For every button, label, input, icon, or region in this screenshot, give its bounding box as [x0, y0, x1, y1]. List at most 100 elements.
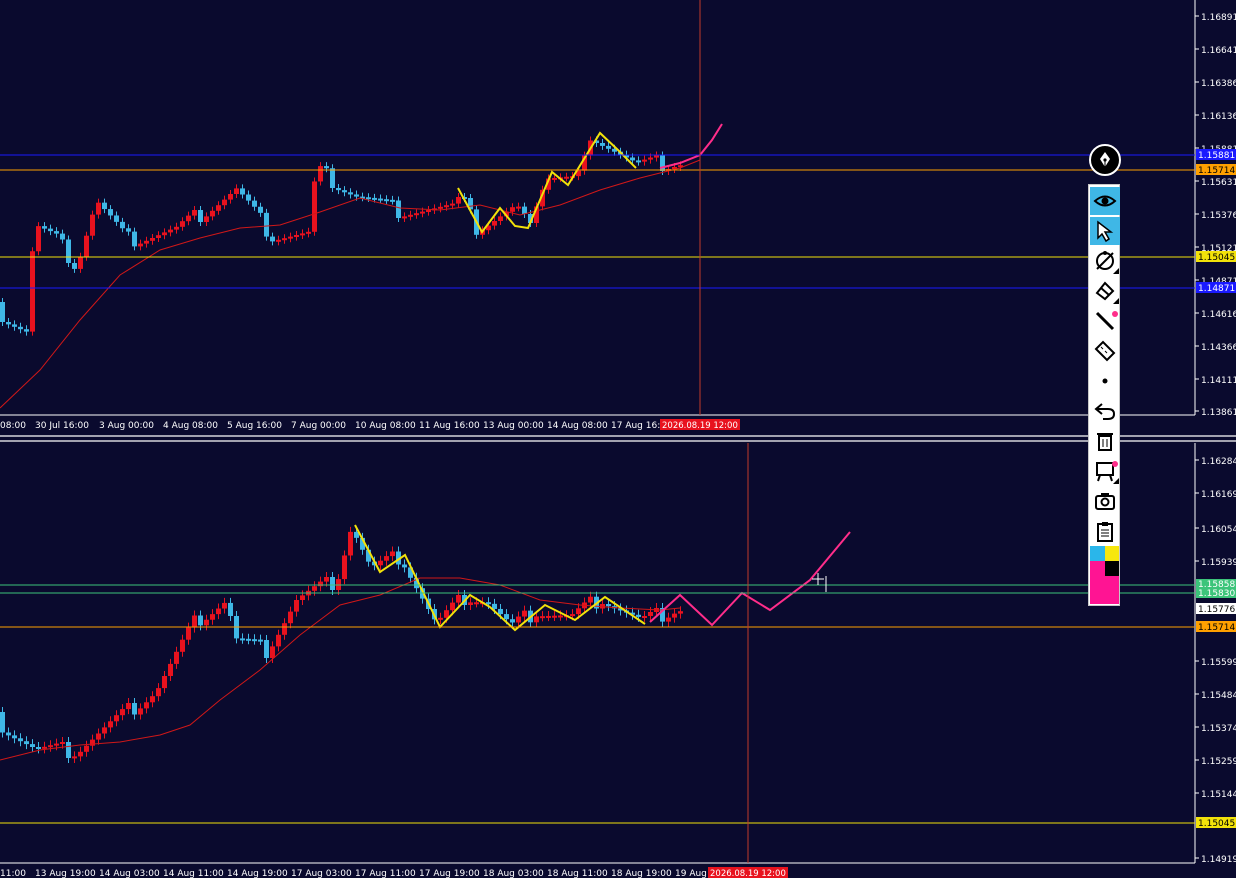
chart-area[interactable]: 1.16891 1.16641 1.16386 1.16136 1.15881 …	[0, 0, 1236, 878]
svg-text:1.15714: 1.15714	[1198, 623, 1235, 633]
time-label: 18 Aug 11:00	[547, 869, 608, 878]
candle-body	[444, 610, 449, 618]
svg-text:1.15259: 1.15259	[1201, 757, 1236, 767]
svg-text:1.14616: 1.14616	[1201, 310, 1236, 320]
ruler-icon[interactable]	[1090, 337, 1120, 365]
candle-body	[150, 696, 155, 703]
svg-text:1.14919: 1.14919	[1201, 855, 1236, 865]
bottom-chart-panel[interactable]	[0, 443, 1195, 863]
candle-body	[366, 197, 371, 200]
candle-body	[48, 745, 53, 748]
candle-body	[234, 188, 239, 194]
candle-body	[12, 735, 17, 739]
color-swatch-pink[interactable]	[1090, 561, 1105, 604]
candle-body	[504, 614, 509, 620]
candle-body	[72, 263, 77, 269]
candle-body	[276, 239, 281, 242]
price-tag-green: 1.15830	[1196, 588, 1236, 599]
line-icon[interactable]	[1090, 307, 1120, 335]
candle-body	[210, 614, 215, 620]
candle-body	[78, 256, 83, 269]
price-label: 1.14366	[1195, 343, 1236, 353]
pen-nib-glyph	[1100, 152, 1110, 167]
compass-icon[interactable]	[1090, 247, 1120, 275]
price-label: 1.14616	[1195, 310, 1236, 320]
time-label: 19 Aug	[675, 869, 707, 878]
candle-body	[6, 732, 11, 736]
color-swatch-black[interactable]	[1105, 561, 1119, 576]
candle-body	[312, 181, 317, 232]
color-swatch-yellow[interactable]	[1105, 546, 1119, 561]
candle-body	[348, 192, 353, 195]
svg-text:1.15939: 1.15939	[1201, 558, 1236, 568]
candle-body	[420, 211, 425, 214]
undo-icon[interactable]	[1090, 397, 1120, 425]
candle-body	[144, 702, 149, 709]
dot-icon[interactable]	[1090, 367, 1120, 395]
candle-body	[138, 243, 143, 247]
time-label: 08:00	[0, 421, 26, 431]
candle-body	[372, 197, 377, 200]
candle-body	[300, 233, 305, 236]
candle-body	[210, 210, 215, 217]
price-tag-blue: 1.15881	[1196, 149, 1236, 161]
bottom-time-axis: 11:00 13 Aug 19:00 14 Aug 03:00 14 Aug 1…	[0, 869, 707, 878]
top-time-axis: 08:00 30 Jul 16:00 3 Aug 00:00 4 Aug 08:…	[0, 421, 672, 431]
candle-body	[228, 602, 233, 616]
drawing-toolbar	[1088, 184, 1120, 606]
candle-body	[252, 639, 257, 642]
candle-body	[264, 212, 269, 237]
candle-body	[522, 206, 527, 214]
eraser-icon[interactable]	[1090, 277, 1120, 305]
candle-body	[666, 617, 671, 622]
candle-body	[0, 302, 5, 322]
svg-text:1.14366: 1.14366	[1201, 343, 1236, 353]
svg-text:1.15631: 1.15631	[1201, 178, 1236, 188]
candle-body	[252, 200, 257, 207]
top-chart-panel[interactable]	[0, 0, 1195, 415]
candle-body	[636, 160, 641, 163]
price-label: 1.14111	[1195, 376, 1236, 386]
candle-body	[84, 235, 89, 257]
camera-icon[interactable]	[1090, 487, 1120, 515]
time-label: 3 Aug 00:00	[99, 421, 154, 431]
candle-body	[216, 205, 221, 211]
candle-body	[12, 324, 17, 327]
color-swatch-pink[interactable]	[1105, 576, 1119, 604]
candle-body	[42, 226, 47, 229]
candle-body	[84, 745, 89, 752]
color-swatch-cyan[interactable]	[1090, 546, 1105, 561]
cursor-arrow-icon[interactable]	[1090, 217, 1120, 245]
candle-body	[312, 586, 317, 591]
price-label: 1.13861	[1195, 408, 1236, 418]
candle-body	[192, 615, 197, 628]
candle-body	[318, 581, 323, 587]
candle-body	[222, 199, 227, 206]
time-label: 17 Aug 19:00	[419, 869, 480, 878]
clipboard-icon[interactable]	[1090, 517, 1120, 545]
price-tag-orange: 1.15714	[1196, 164, 1236, 176]
candle-body	[192, 210, 197, 216]
svg-text:1.16386: 1.16386	[1201, 79, 1236, 89]
candle-body	[306, 231, 311, 234]
svg-text:1.15714: 1.15714	[1198, 166, 1235, 176]
candle-body	[270, 236, 275, 242]
candle-body	[444, 205, 449, 208]
candle-body	[546, 615, 551, 618]
candle-body	[102, 727, 107, 734]
svg-text:1.16136: 1.16136	[1201, 112, 1236, 122]
fountain-pen-nib-icon[interactable]	[1089, 144, 1121, 176]
svg-text:1.13861: 1.13861	[1201, 408, 1236, 418]
candle-body	[642, 616, 647, 618]
eye-icon[interactable]	[1090, 187, 1120, 215]
trash-icon[interactable]	[1090, 427, 1120, 455]
candle-body	[324, 166, 329, 169]
candle-body	[606, 604, 611, 607]
candle-body	[402, 564, 407, 568]
candle-body	[642, 159, 647, 162]
candle-body	[498, 608, 503, 615]
bottom-price-axis: 1.16284 1.16169 1.16054 1.15939 1.15599 …	[1195, 457, 1236, 865]
svg-text:1.16891: 1.16891	[1201, 13, 1236, 23]
easel-icon[interactable]	[1090, 457, 1120, 485]
price-label: 1.16891	[1195, 13, 1236, 23]
